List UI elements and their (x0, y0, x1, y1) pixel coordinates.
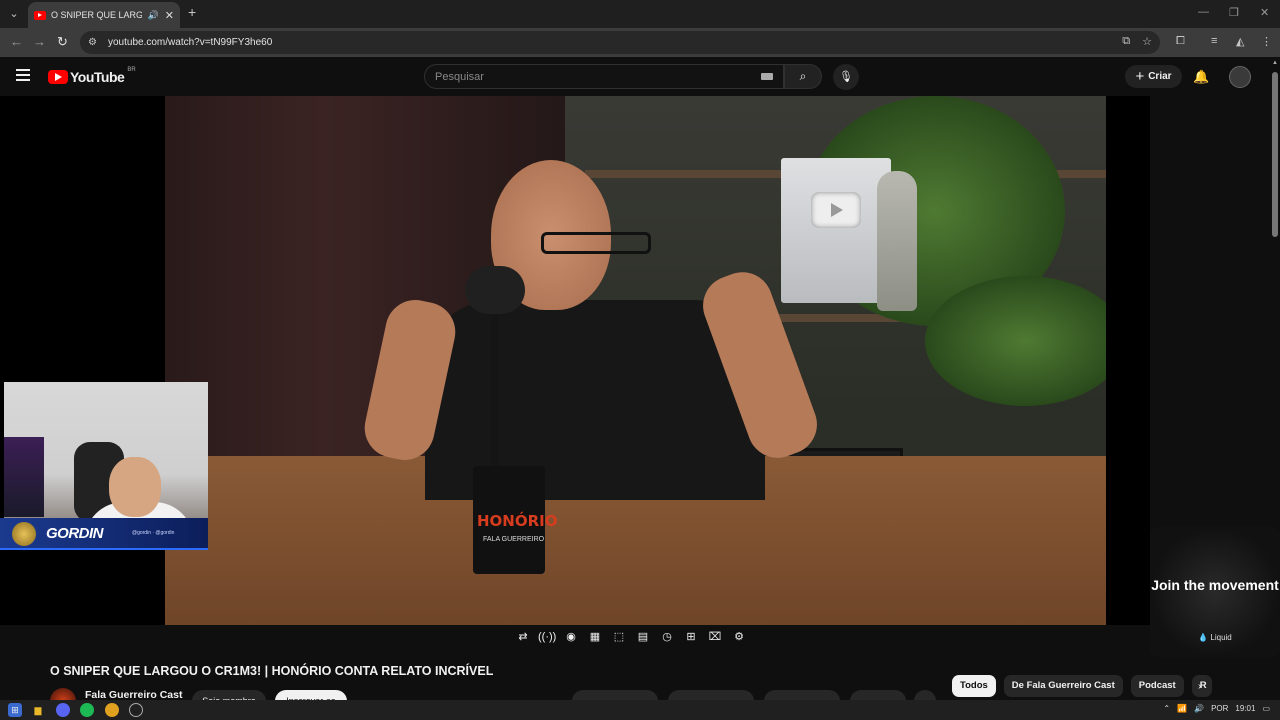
profile-icon[interactable]: ◭ (1236, 35, 1244, 48)
language-indicator[interactable]: POR (1211, 704, 1228, 713)
ad-brand-text: Liquid (1210, 633, 1232, 642)
chrome-icon[interactable] (105, 703, 119, 717)
minimize-icon[interactable]: — (1198, 6, 1209, 18)
screenshot-icon[interactable]: ⌧ (706, 628, 724, 646)
mug: HONÓRIO FALA GUERREIRO (473, 466, 558, 574)
url-text[interactable]: youtube.com/watch?v=tN99FY3he60 (108, 37, 272, 48)
cast-icon[interactable]: ⧉ (1122, 35, 1130, 48)
sidebar-ad[interactable]: Join the movement 💧 Liquid (1150, 527, 1280, 657)
speed-icon[interactable]: ◷ (658, 628, 676, 646)
site-info-icon[interactable]: ⚙ (88, 37, 102, 48)
reload-icon[interactable]: ↻ (57, 34, 68, 50)
notification-center-icon[interactable]: ▭ (1262, 704, 1270, 713)
search-icon: ⌕ (799, 69, 807, 83)
ad-headline: Join the movement (1151, 577, 1279, 593)
related-chips: Todos De Fala Guerreiro Cast Podcast R (952, 675, 1212, 697)
file-explorer-icon[interactable]: ▆ (31, 703, 45, 717)
tab-title: O SNIPER QUE LARGOU O CR (51, 10, 142, 20)
os-taskbar: ⊞ ▆ ⌃ 📶 🔊 POR 19:01 ▭ (0, 700, 1280, 720)
create-button[interactable]: + Criar (1125, 65, 1182, 88)
search-placeholder: Pesquisar (435, 71, 484, 83)
extensions-icon[interactable]: ⧠ (1176, 35, 1185, 48)
add-icon[interactable]: ⊞ (682, 628, 700, 646)
video-frame[interactable]: HONÓRIO FALA GUERREIRO (165, 96, 1106, 625)
network-icon[interactable]: 📶 (1177, 704, 1187, 713)
search-input[interactable]: Pesquisar (424, 64, 784, 89)
start-icon[interactable]: ⊞ (8, 703, 22, 717)
frames-icon[interactable]: ▤ (634, 628, 652, 646)
youtube-favicon-icon (34, 10, 46, 20)
loop-icon[interactable]: ⇄ (514, 628, 532, 646)
chip-all[interactable]: Todos (952, 675, 996, 697)
discord-icon[interactable] (56, 703, 70, 717)
page-scrollbar[interactable]: ▲ ▼ (1272, 60, 1278, 720)
browser-menu-icon[interactable]: ⋮ (1261, 35, 1272, 48)
tab-search-button[interactable]: ⌄ (4, 4, 24, 24)
create-label: Criar (1148, 71, 1172, 82)
scroll-thumb[interactable] (1272, 72, 1278, 237)
mug-label: HONÓRIO (477, 512, 558, 530)
account-avatar[interactable] (1229, 66, 1251, 88)
mug-sub: FALA GUERREIRO (483, 536, 545, 543)
back-icon[interactable]: ← (10, 34, 23, 49)
streamer-name: GORDIN (46, 525, 104, 542)
voice-search-icon[interactable]: 🎙 (833, 64, 859, 90)
search-button[interactable]: ⌕ (784, 64, 822, 89)
youtube-logo[interactable]: YouTube BR (48, 67, 136, 85)
browser-toolbar: ← → ↻ ⚙ youtube.com/watch?v=tN99FY3he60 … (0, 28, 1280, 57)
logo-text: YouTube (70, 69, 125, 85)
volume-icon[interactable]: 🔊 (1194, 704, 1204, 713)
plus-icon: + (1135, 68, 1145, 85)
speaker-icon[interactable]: 🔊 (148, 10, 159, 21)
chip-podcast[interactable]: Podcast (1130, 675, 1184, 697)
browser-tab[interactable]: O SNIPER QUE LARGOU O CR 🔊 ✕ (28, 2, 180, 28)
settings-gear-icon[interactable]: ⚙ (730, 628, 748, 646)
forward-icon[interactable]: → (33, 34, 46, 49)
chip-more[interactable]: R (1191, 675, 1212, 697)
youtube-play-icon (48, 70, 68, 84)
media-control-icon[interactable]: ≡ (1211, 35, 1217, 47)
chip-channel[interactable]: De Fala Guerreiro Cast (1003, 675, 1123, 697)
video-title: O SNIPER QUE LARGOU O CR1M3! | HONÓRIO C… (50, 664, 494, 678)
notifications-icon[interactable]: 🔔 (1193, 69, 1209, 85)
youtube-header: YouTube BR Pesquisar ⌕ 🎙 + Criar 🔔 (0, 57, 1280, 96)
audio-icon[interactable]: ((·)) (538, 628, 556, 646)
address-bar[interactable]: ⚙ youtube.com/watch?v=tN99FY3he60 ⧉ ☆ (80, 31, 1160, 54)
browser-tab-strip: ⌄ O SNIPER QUE LARGOU O CR 🔊 ✕ + — ❐ ✕ (0, 0, 1280, 28)
eye-icon[interactable]: ◉ (562, 628, 580, 646)
figurine (877, 171, 917, 311)
spotify-icon[interactable] (80, 703, 94, 717)
player-extension-controls: ⇄ ((·)) ◉ ▦ ⬚ ▤ ◷ ⊞ ⌧ ⚙ (514, 628, 748, 654)
maximize-icon[interactable]: ❐ (1229, 6, 1239, 19)
clock[interactable]: 19:01 (1235, 704, 1255, 713)
menu-icon[interactable] (16, 69, 30, 84)
aspect-icon[interactable]: ⬚ (610, 628, 628, 646)
chevron-right-icon[interactable]: › (1198, 681, 1201, 692)
ad-brand: 💧 Liquid (1198, 633, 1232, 642)
keyboard-icon[interactable] (761, 73, 773, 80)
obs-icon[interactable] (129, 703, 143, 717)
silver-play-button-plaque (781, 158, 891, 303)
microphone (465, 266, 525, 314)
tray-expand-icon[interactable]: ⌃ (1163, 704, 1170, 713)
country-code: BR (127, 67, 136, 73)
close-window-icon[interactable]: ✕ (1260, 6, 1269, 19)
new-tab-button[interactable]: + (188, 4, 196, 20)
clapper-icon[interactable]: ▦ (586, 628, 604, 646)
bookmark-star-icon[interactable]: ☆ (1142, 35, 1152, 48)
watch-icon (12, 522, 36, 546)
streamer-banner: GORDIN @gordin · @gordin (0, 518, 208, 550)
scroll-up-icon[interactable]: ▲ (1272, 60, 1278, 66)
streamer-handles: @gordin · @gordin (132, 530, 175, 536)
close-tab-icon[interactable]: ✕ (165, 9, 174, 22)
system-tray: ⌃ 📶 🔊 POR 19:01 ▭ (1163, 704, 1270, 713)
